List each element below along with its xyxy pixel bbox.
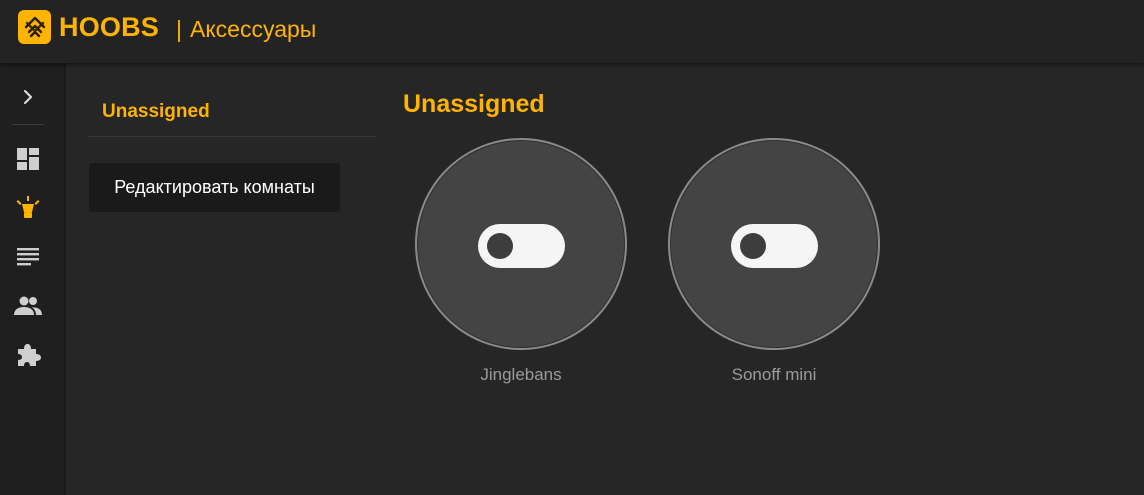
section-title: Unassigned [403,90,545,118]
toggle-knob [487,233,513,259]
top-bar: HOOBS | Аксессуары [0,0,1144,63]
page-title: Аксессуары [190,16,317,42]
accessory-tile: Sonoff mini [668,138,880,385]
sidebar-item-accessories[interactable] [12,192,44,224]
accessory-tile: Jinglebans [415,138,627,385]
accessory-name: Sonoff mini [731,365,817,384]
hoobs-logo-icon[interactable] [18,10,51,44]
sidebar-item-log[interactable] [12,241,44,273]
accessory-name: Jinglebans [480,365,562,384]
puzzle-icon [18,344,41,366]
sidebar-expand-button[interactable] [12,81,44,113]
accessory-toggle[interactable] [478,224,565,268]
toggle-knob [740,233,766,259]
edit-rooms-button[interactable]: Редактировать комнаты [89,163,340,212]
dashboard-icon [17,148,39,170]
sidebar-item-dashboard[interactable] [12,143,44,175]
accessory-tile-button[interactable] [415,138,627,350]
sidebar-divider [12,124,44,125]
room-item-label: Unassigned [102,101,210,122]
room-item-unassigned[interactable]: Unassigned [88,88,376,137]
brand-name: HOOBS [59,12,160,42]
sidebar-item-users[interactable] [12,290,44,322]
lightbulb-icon [16,196,40,218]
title-separator: | [176,16,182,42]
users-icon [14,296,42,315]
sidebar [0,63,66,495]
log-lines-icon [17,248,39,266]
accessory-toggle[interactable] [731,224,818,268]
chevron-right-icon [23,89,33,105]
sidebar-item-plugins[interactable] [12,339,44,371]
accessory-tile-button[interactable] [668,138,880,350]
rooms-list: Unassigned [88,88,376,137]
